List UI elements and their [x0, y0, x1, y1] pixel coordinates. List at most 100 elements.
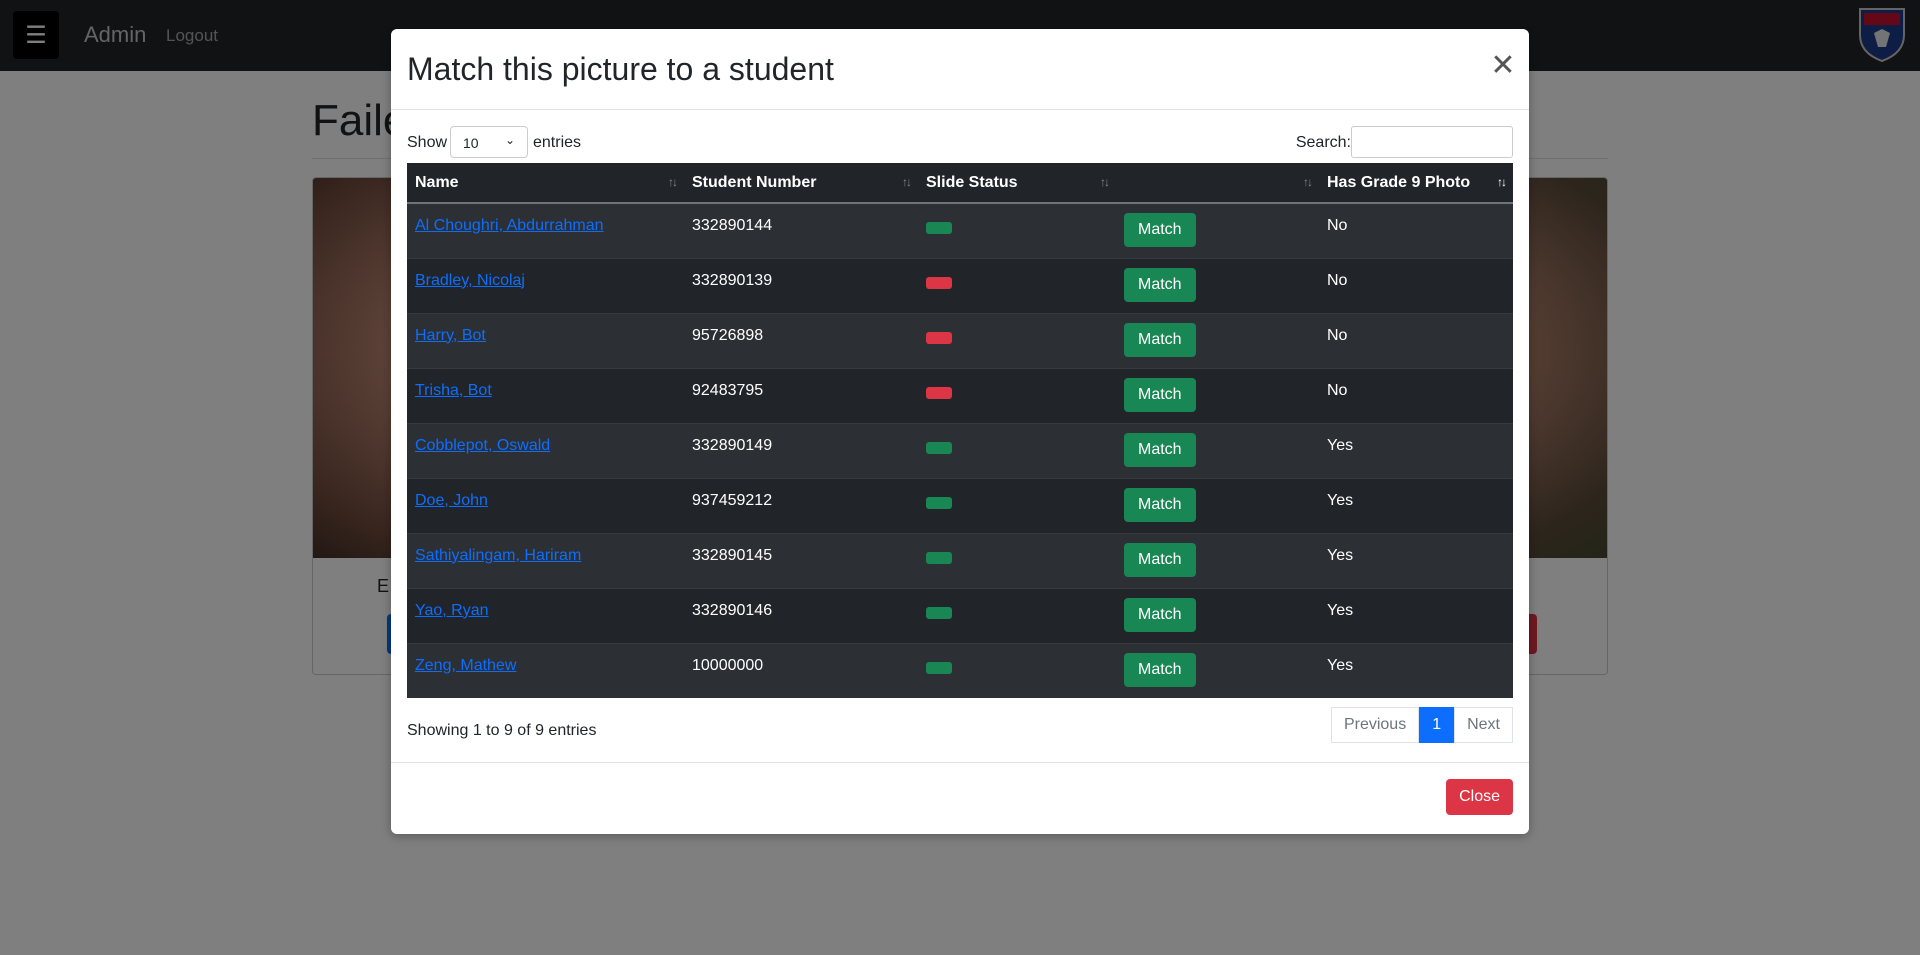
slide-status-cell	[918, 587, 1116, 643]
action-cell: Match	[1116, 257, 1319, 313]
close-icon[interactable]: ✕	[1489, 51, 1517, 81]
match-button[interactable]: Match	[1124, 322, 1196, 357]
grade9-cell: No	[1319, 367, 1513, 423]
action-cell: Match	[1116, 367, 1319, 423]
sort-icon: ↑↓	[668, 175, 678, 189]
match-student-modal: Match this picture to a student ✕ Show 1…	[391, 29, 1529, 834]
student-name-link[interactable]: Harry, Bot	[415, 327, 486, 344]
slide-status-cell	[918, 257, 1116, 313]
page-length-select[interactable]: 10 ⌄	[450, 126, 528, 158]
slide-status-cell	[918, 642, 1116, 698]
chevron-down-icon: ⌄	[504, 133, 515, 147]
status-indicator	[926, 496, 952, 509]
column-header-slide-status[interactable]: Slide Status ↑↓	[918, 163, 1116, 204]
action-cell: Match	[1116, 312, 1319, 368]
status-indicator	[926, 661, 952, 674]
table-row: Doe, John 937459212 Match Yes	[407, 477, 1513, 533]
previous-page-button[interactable]: Previous	[1330, 707, 1420, 743]
table-row: Sathiyalingam, Hariram 332890145 Match Yes	[407, 532, 1513, 588]
modal-title: Match this picture to a student	[407, 51, 834, 87]
student-name-link[interactable]: Sathiyalingam, Hariram	[415, 547, 581, 564]
slide-status-cell	[918, 422, 1116, 478]
student-number-cell: 332890144	[684, 202, 918, 258]
column-header-grade9-photo[interactable]: Has Grade 9 Photo ↑↓	[1319, 163, 1513, 204]
column-header-name[interactable]: Name ↑↓	[407, 163, 684, 204]
name-cell: Yao, Ryan	[407, 587, 684, 643]
action-cell: Match	[1116, 202, 1319, 258]
table-row: Trisha, Bot 92483795 Match No	[407, 367, 1513, 423]
student-number-cell: 10000000	[684, 642, 918, 698]
status-indicator	[926, 276, 952, 289]
column-header-student-number[interactable]: Student Number ↑↓	[684, 163, 918, 204]
match-button[interactable]: Match	[1124, 597, 1196, 632]
grade9-cell: Yes	[1319, 587, 1513, 643]
match-button[interactable]: Match	[1124, 213, 1196, 247]
match-button[interactable]: Match	[1124, 487, 1196, 522]
sort-icon: ↑↓	[1303, 175, 1313, 189]
student-name-link[interactable]: Yao, Ryan	[415, 602, 489, 619]
student-name-link[interactable]: Al Choughri, Abdurrahman	[415, 217, 604, 234]
status-indicator	[926, 551, 952, 564]
show-label: Show	[407, 134, 448, 151]
grade9-cell: Yes	[1319, 477, 1513, 533]
table-row: Zeng, Mathew 10000000 Match Yes	[407, 642, 1513, 698]
student-number-cell: 332890145	[684, 532, 918, 588]
match-button[interactable]: Match	[1124, 652, 1196, 687]
search-input[interactable]	[1351, 126, 1513, 158]
status-indicator	[926, 331, 952, 344]
grade9-cell: Yes	[1319, 642, 1513, 698]
student-number-cell: 92483795	[684, 367, 918, 423]
close-button[interactable]: Close	[1446, 779, 1513, 815]
student-name-link[interactable]: Zeng, Mathew	[415, 657, 516, 674]
name-cell: Doe, John	[407, 477, 684, 533]
status-indicator	[926, 441, 952, 454]
status-indicator	[926, 386, 952, 399]
name-cell: Harry, Bot	[407, 312, 684, 368]
column-header-action[interactable]: ↑↓	[1116, 163, 1319, 204]
student-number-cell: 332890139	[684, 257, 918, 313]
slide-status-cell	[918, 367, 1116, 423]
modal-header: Match this picture to a student ✕	[391, 29, 1529, 110]
grade9-cell: No	[1319, 257, 1513, 313]
page-length-value: 10	[463, 135, 479, 151]
action-cell: Match	[1116, 477, 1319, 533]
name-cell: Sathiyalingam, Hariram	[407, 532, 684, 588]
page-1-button[interactable]: 1	[1419, 707, 1455, 743]
next-page-button[interactable]: Next	[1454, 707, 1513, 743]
student-number-cell: 937459212	[684, 477, 918, 533]
action-cell: Match	[1116, 587, 1319, 643]
student-number-cell: 95726898	[684, 312, 918, 368]
modal-footer: Close	[391, 762, 1529, 834]
grade9-cell: No	[1319, 312, 1513, 368]
match-button[interactable]: Match	[1124, 432, 1196, 467]
student-name-link[interactable]: Bradley, Nicolaj	[415, 272, 525, 289]
table-row: Al Choughri, Abdurrahman 332890144 Match No	[407, 202, 1513, 258]
slide-status-cell	[918, 312, 1116, 368]
table-controls: Show 10 ⌄ entries Search:	[407, 126, 1513, 158]
name-cell: Al Choughri, Abdurrahman	[407, 202, 684, 258]
slide-status-cell	[918, 202, 1116, 258]
match-button[interactable]: Match	[1124, 377, 1196, 412]
match-button[interactable]: Match	[1124, 542, 1196, 577]
table-row: Yao, Ryan 332890146 Match Yes	[407, 587, 1513, 643]
student-name-link[interactable]: Trisha, Bot	[415, 382, 492, 399]
sort-icon: ↑↓	[902, 175, 912, 189]
action-cell: Match	[1116, 422, 1319, 478]
slide-status-cell	[918, 532, 1116, 588]
match-button[interactable]: Match	[1124, 267, 1196, 302]
student-name-link[interactable]: Doe, John	[415, 492, 488, 509]
student-number-cell: 332890146	[684, 587, 918, 643]
student-name-link[interactable]: Cobblepot, Oswald	[415, 437, 550, 454]
table-row: Cobblepot, Oswald 332890149 Match Yes	[407, 422, 1513, 478]
pagination: Previous 1 Next	[1330, 707, 1513, 743]
table-body: Al Choughri, Abdurrahman 332890144 Match No…	[407, 202, 1513, 698]
sort-icon: ↑↓	[1100, 175, 1110, 189]
grade9-cell: No	[1319, 202, 1513, 258]
action-cell: Match	[1116, 532, 1319, 588]
status-indicator	[926, 606, 952, 619]
entries-label: entries	[533, 134, 582, 151]
name-cell: Trisha, Bot	[407, 367, 684, 423]
table-row: Bradley, Nicolaj 332890139 Match No	[407, 257, 1513, 313]
sort-asc-icon: ↑↓	[1497, 175, 1507, 189]
status-indicator	[926, 222, 952, 234]
